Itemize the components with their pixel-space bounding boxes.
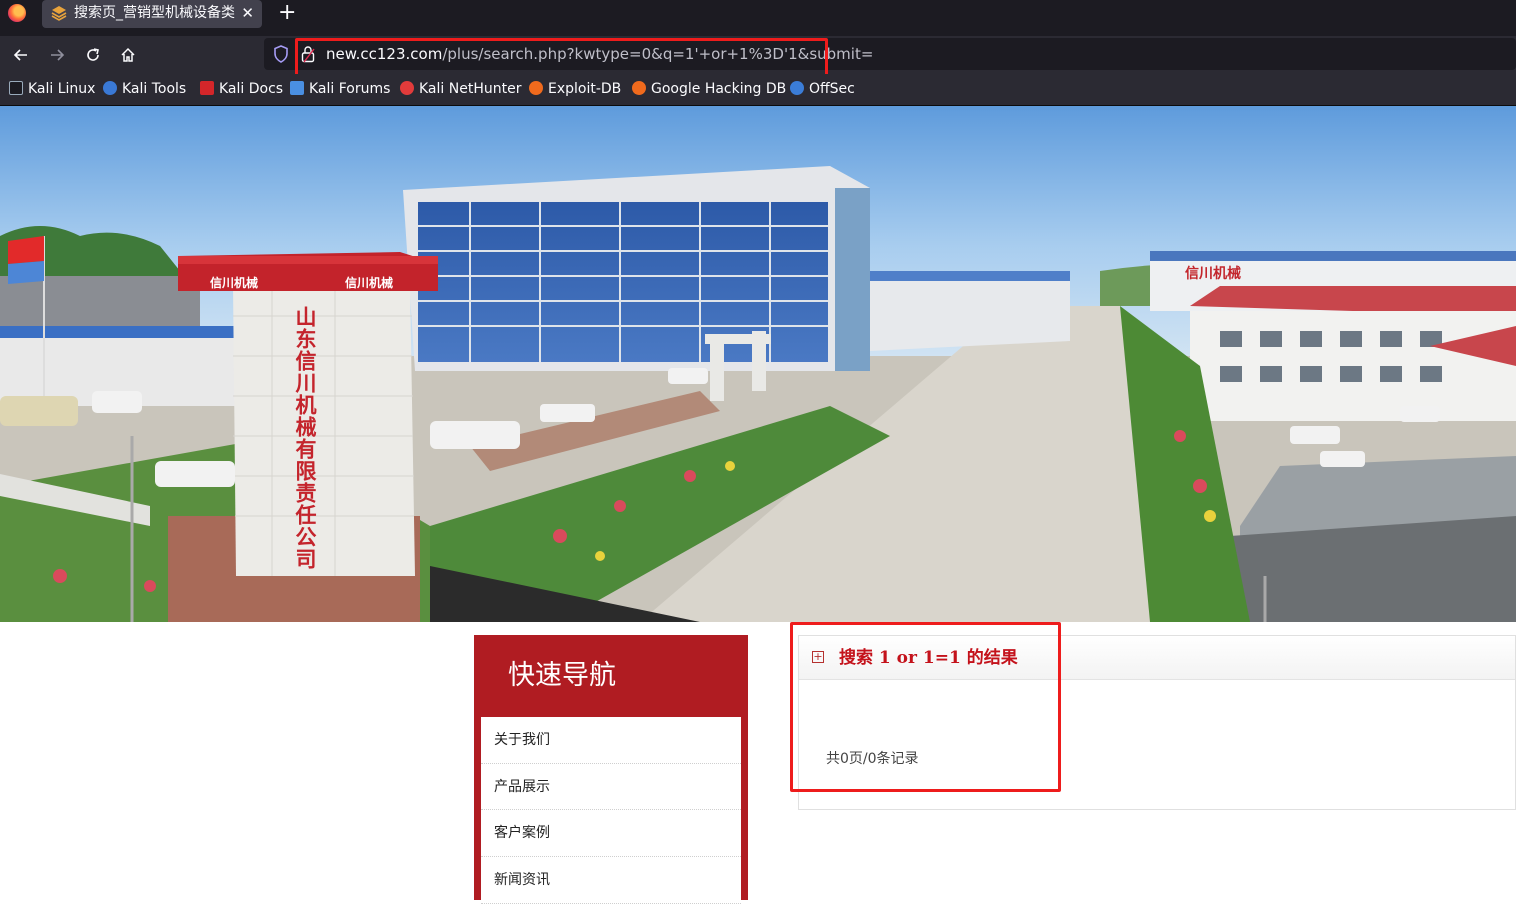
bookmarks-toolbar: Kali Linux Kali Tools Kali Docs Kali For… — [0, 74, 1516, 106]
bookmark-label: Kali Docs — [219, 81, 284, 97]
new-tab-button[interactable]: + — [278, 0, 296, 26]
building-sign: 信川机械 — [1185, 265, 1241, 282]
site-favicon-icon — [51, 6, 67, 21]
gate-sign-right: 信川机械 — [345, 275, 393, 290]
sidebar-title: 快速导航 — [508, 660, 616, 691]
kali-dragon-icon — [9, 81, 23, 95]
bookmark-kali-docs[interactable]: Kali Docs — [200, 74, 283, 106]
reload-icon — [87, 48, 99, 61]
firefox-menu-icon[interactable] — [8, 4, 26, 22]
sidebar-menu: 关于我们 产品展示 客户案例 新闻资讯 — [481, 717, 741, 904]
forward-button[interactable] — [44, 42, 70, 68]
active-tab[interactable]: 搜索页_营销型机械设备类 ✕ — [42, 0, 262, 28]
gate-stele-text: 山东信川机械有限责任公司 — [293, 306, 318, 570]
results-annotation-box — [790, 622, 1061, 792]
bookmark-label: Kali Linux — [28, 81, 96, 97]
bookmark-exploit-db[interactable]: Exploit-DB — [529, 74, 621, 106]
bookmark-label: Kali NetHunter — [419, 81, 522, 97]
sidebar-item-news[interactable]: 新闻资讯 — [481, 857, 741, 904]
home-button[interactable] — [115, 42, 141, 68]
sidebar-item-products[interactable]: 产品展示 — [481, 764, 741, 811]
bookmark-offsec[interactable]: OffSec — [790, 74, 855, 106]
bookmark-label: OffSec — [809, 81, 855, 97]
tab-strip: 搜索页_营销型机械设备类 ✕ + — [0, 0, 1516, 36]
quick-nav-sidebar: 快速导航 关于我们 产品展示 客户案例 新闻资讯 — [474, 635, 748, 904]
offsec-icon — [790, 81, 804, 95]
factory-banner-image: 信川机械 山东信川机械有限责任公司 信川机械 信川机械 — [0, 106, 1516, 622]
bookmark-kali-linux[interactable]: Kali Linux — [9, 74, 95, 106]
bookmark-label: Google Hacking DB — [651, 81, 787, 97]
kali-forums-icon — [290, 81, 304, 95]
bookmark-kali-nethunter[interactable]: Kali NetHunter — [400, 74, 521, 106]
nethunter-icon — [400, 81, 414, 95]
back-button[interactable] — [8, 42, 34, 68]
factory-panorama: 信川机械 山东信川机械有限责任公司 信川机械 信川机械 — [0, 106, 1516, 622]
bookmark-kali-forums[interactable]: Kali Forums — [290, 74, 390, 106]
gate-sign-left: 信川机械 — [210, 275, 258, 290]
bookmark-label: Kali Tools — [122, 81, 187, 97]
kali-tools-icon — [103, 81, 117, 95]
bookmark-label: Kali Forums — [309, 81, 391, 97]
exploit-db-icon — [529, 81, 543, 95]
tab-title: 搜索页_营销型机械设备类 — [74, 5, 235, 21]
ghdb-icon — [632, 81, 646, 95]
reload-button[interactable] — [80, 42, 106, 68]
bookmark-kali-tools[interactable]: Kali Tools — [103, 74, 186, 106]
back-arrow-icon — [13, 49, 27, 61]
home-icon — [121, 47, 135, 62]
sidebar-item-cases[interactable]: 客户案例 — [481, 810, 741, 858]
bookmark-google-hacking-db[interactable]: Google Hacking DB — [632, 74, 786, 106]
tracking-protection-shield-icon[interactable] — [273, 45, 289, 63]
sidebar-item-about[interactable]: 关于我们 — [481, 717, 741, 764]
bookmark-label: Exploit-DB — [548, 81, 622, 97]
url-annotation-box — [295, 38, 828, 79]
forward-arrow-icon — [51, 49, 65, 61]
kali-docs-icon — [200, 81, 214, 95]
close-tab-icon[interactable]: ✕ — [241, 0, 254, 26]
